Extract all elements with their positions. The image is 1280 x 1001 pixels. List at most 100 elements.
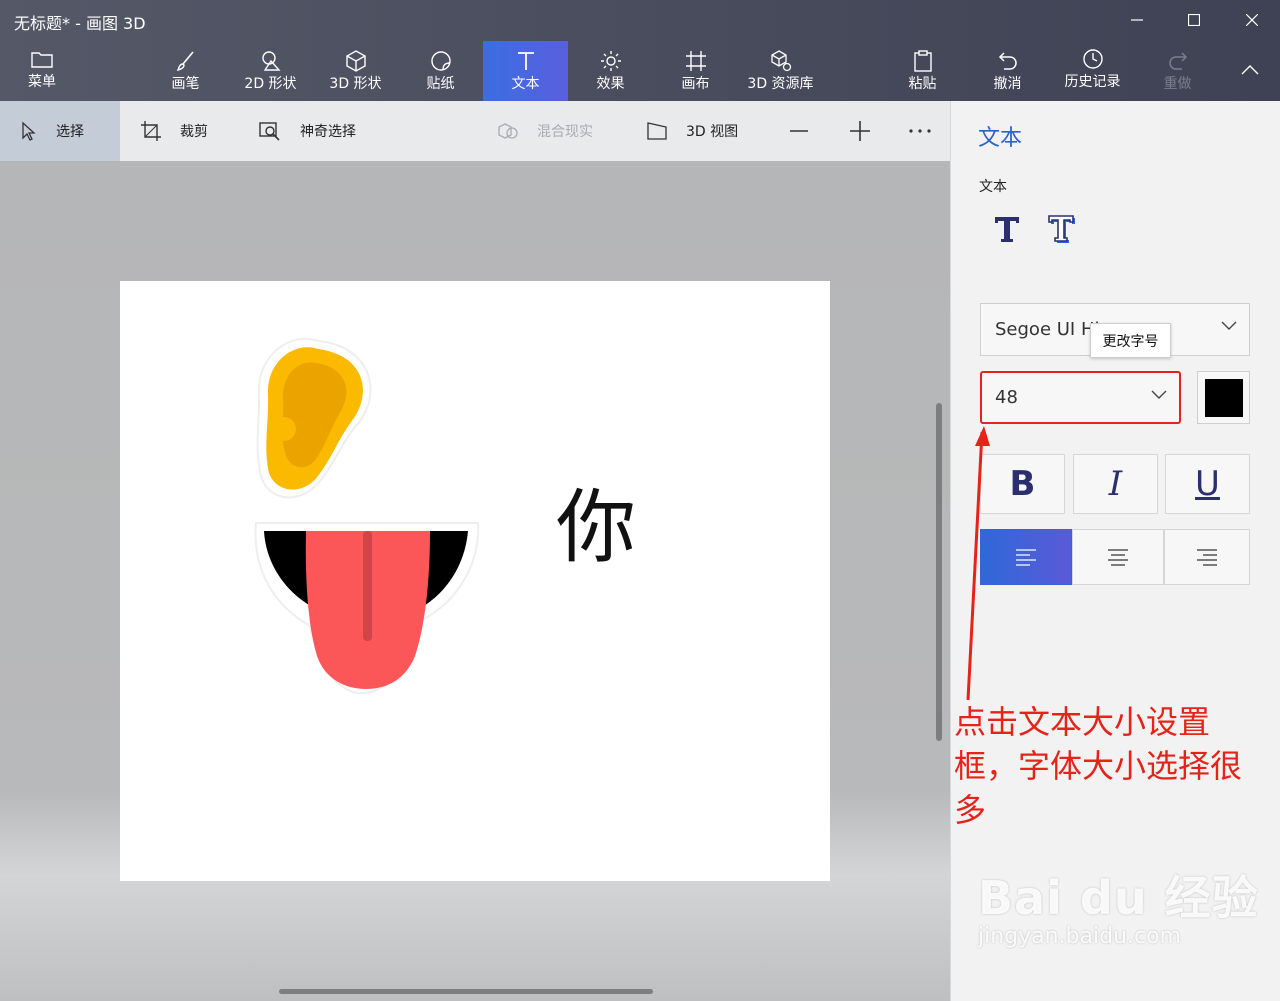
underline-glyph: U: [1195, 464, 1220, 504]
maximize-icon: [1188, 14, 1200, 26]
menu-button[interactable]: 菜单: [12, 41, 72, 101]
action-label: 重做: [1163, 76, 1192, 92]
align-right-icon: [1197, 549, 1217, 566]
tongue-sticker[interactable]: [254, 522, 480, 695]
ear-sticker[interactable]: [256, 337, 372, 499]
tab-canvas[interactable]: 画布: [653, 41, 738, 101]
select-label: 选择: [56, 124, 84, 140]
tab-effects[interactable]: 效果: [568, 41, 653, 101]
crop-tool[interactable]: 裁剪: [140, 101, 208, 161]
tab-label: 3D 资源库: [747, 76, 814, 92]
magic-select-label: 神奇选择: [300, 124, 356, 140]
close-button[interactable]: [1224, 0, 1280, 40]
chevron-down-icon: [1151, 390, 1167, 399]
menu-label: 菜单: [28, 74, 56, 90]
minus-icon: [790, 130, 808, 132]
chevron-up-icon: [1241, 65, 1259, 75]
mixed-reality-icon: [497, 121, 519, 141]
font-family-value: Segoe UI Hi: [995, 319, 1100, 340]
undo-button[interactable]: 撤消: [965, 41, 1050, 101]
tab-label: 2D 形状: [244, 76, 297, 92]
paste-icon: [911, 49, 935, 73]
minimize-button[interactable]: [1109, 0, 1165, 40]
canvas-text[interactable]: 你: [556, 478, 636, 578]
crop-label: 裁剪: [180, 124, 208, 140]
italic-button[interactable]: I: [1073, 454, 1158, 514]
font-size-dropdown[interactable]: 48: [980, 371, 1181, 424]
select-tool[interactable]: 选择: [0, 101, 120, 161]
canvas-icon: [684, 49, 708, 73]
3d-view-tool[interactable]: 3D 视图: [646, 101, 738, 161]
tab-3d-library[interactable]: 3D 资源库: [738, 41, 823, 101]
align-left-icon: [1016, 549, 1036, 566]
stickers-layer: [254, 337, 480, 695]
plus-icon: [850, 121, 870, 141]
action-label: 历史记录: [1064, 74, 1121, 90]
collapse-ribbon-button[interactable]: [1222, 50, 1278, 90]
2d-shapes-icon: [259, 49, 283, 73]
tab-3d-shapes[interactable]: 3D 形状: [313, 41, 398, 101]
close-icon: [1246, 14, 1258, 26]
text-color-button[interactable]: [1197, 371, 1250, 424]
magic-select-icon: [258, 120, 282, 142]
tab-text[interactable]: 文本: [483, 41, 568, 101]
history-button[interactable]: 历史记录: [1050, 41, 1135, 101]
3d-text-icon: [1048, 215, 1075, 243]
bold-button[interactable]: B: [980, 454, 1065, 514]
brush-icon: [174, 49, 198, 73]
effects-icon: [599, 49, 623, 73]
text-icon: [514, 49, 538, 73]
zoom-out-button[interactable]: [789, 101, 809, 161]
bold-glyph: B: [1009, 464, 1036, 504]
more-options-button[interactable]: [908, 101, 932, 161]
redo-icon: [1166, 49, 1190, 73]
action-label: 粘贴: [908, 76, 937, 92]
panel-title: 文本: [978, 126, 1023, 151]
underline-button[interactable]: U: [1165, 454, 1250, 514]
tab-label: 画笔: [171, 76, 200, 92]
horizontal-scrollbar[interactable]: [279, 989, 653, 994]
crop-icon: [140, 120, 162, 142]
tab-label: 效果: [596, 76, 625, 92]
font-size-value: 48: [995, 387, 1018, 408]
title-ribbon-bar: 无标题* - 画图 3D 菜单 画笔 2D 形状 3D 形状 贴纸 文本 效果 …: [0, 0, 1280, 101]
tab-stickers[interactable]: 贴纸: [398, 41, 483, 101]
2d-text-button[interactable]: [984, 205, 1030, 251]
tooltip: 更改字号: [1090, 323, 1171, 358]
3d-view-label: 3D 视图: [686, 124, 739, 140]
tab-label: 文本: [511, 76, 540, 92]
paste-button[interactable]: 粘贴: [880, 41, 965, 101]
maximize-button[interactable]: [1166, 0, 1222, 40]
align-center-button[interactable]: [1072, 529, 1164, 585]
tab-label: 贴纸: [426, 76, 455, 92]
tab-label: 3D 形状: [329, 76, 382, 92]
mixed-reality-label: 混合现实: [537, 124, 593, 140]
3d-view-icon: [646, 121, 668, 141]
redo-button[interactable]: 重做: [1135, 41, 1220, 101]
italic-glyph: I: [1108, 464, 1123, 504]
watermark: Bai du 经验 jingyan.baidu.com: [978, 862, 1259, 949]
watermark-logo: Bai du 经验: [978, 871, 1259, 925]
align-right-button[interactable]: [1164, 529, 1250, 585]
3d-text-button[interactable]: [1039, 205, 1085, 251]
color-swatch: [1204, 378, 1243, 417]
align-left-button[interactable]: [980, 529, 1072, 585]
3d-shapes-icon: [344, 49, 368, 73]
zoom-in-button[interactable]: [849, 101, 871, 161]
align-center-icon: [1108, 549, 1128, 566]
text-section-label: 文本: [979, 179, 1007, 195]
tab-2d-shapes[interactable]: 2D 形状: [228, 41, 313, 101]
annotation-text: 点击文本大小设置框，字体大小选择很多: [954, 703, 1243, 829]
more-icon: [909, 129, 931, 133]
3d-library-icon: [769, 49, 793, 73]
magic-select-tool[interactable]: 神奇选择: [258, 101, 356, 161]
vertical-scrollbar[interactable]: [936, 403, 942, 741]
stickers-icon: [429, 49, 453, 73]
tab-label: 画布: [681, 76, 710, 92]
drawing-canvas[interactable]: [120, 281, 830, 881]
folder-icon: [31, 47, 53, 71]
tab-brushes[interactable]: 画笔: [143, 41, 228, 101]
minimize-icon: [1131, 19, 1143, 21]
mixed-reality-tool[interactable]: 混合现实: [497, 101, 593, 161]
history-icon: [1081, 47, 1105, 71]
